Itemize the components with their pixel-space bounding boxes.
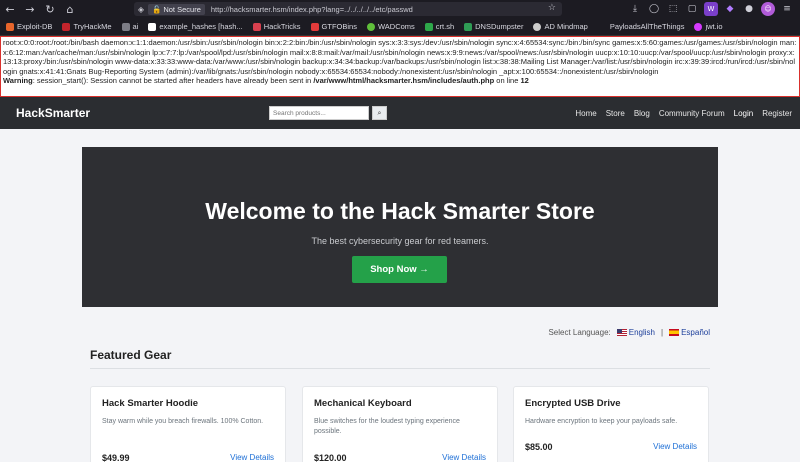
crtsh-icon (424, 22, 433, 31)
product-name: Mechanical Keyboard (314, 398, 412, 409)
hacktricks-icon (252, 22, 261, 31)
browser-toolbar: ← → ↻ ⌂ ◈ 🔓 Not Secure http://hacksmarter… (0, 0, 800, 18)
product-card: Encrypted USB Drive Hardware encryption … (513, 386, 709, 462)
es-flag-icon (669, 329, 680, 337)
lfi-output: root:x:0:0:root:/root:/bin/bash daemon:x… (0, 36, 800, 97)
product-price: $85.00 (525, 442, 553, 452)
bookmark-tryhackme[interactable]: TryHackMe (62, 22, 112, 31)
site-brand[interactable]: HackSmarter (16, 106, 90, 120)
product-card: Hack Smarter Hoodie Stay warm while you … (90, 386, 286, 462)
search-form: ⌕ (269, 106, 387, 120)
product-description: Hardware encryption to keep your payload… (525, 418, 678, 425)
product-card: Mechanical Keyboard Blue switches for th… (302, 386, 498, 462)
gtfobins-icon (310, 22, 319, 31)
view-details-link[interactable]: View Details (230, 453, 274, 462)
site-navbar: HackSmarter ⌕ Home Store Blog Community … (0, 97, 800, 129)
bookmark-wadcoms[interactable]: WADComs (366, 22, 415, 31)
shield-icon[interactable]: ◈ (134, 5, 148, 14)
screenshot-icon[interactable]: ▢ (685, 2, 699, 16)
toolbar-extensions: ⤓ ◯ ⬚ ▢ W ◆ ● ☺ ≡ (628, 0, 800, 18)
not-secure-badge[interactable]: 🔓 Not Secure (148, 3, 205, 15)
nav-links: Home Store Blog Community Forum Login Re… (575, 97, 792, 129)
bookmark-star-icon[interactable]: ☆ (548, 3, 556, 13)
exploit-db-icon (6, 22, 14, 31)
nav-store[interactable]: Store (606, 109, 625, 118)
product-price: $49.99 (102, 453, 130, 462)
nav-register[interactable]: Register (762, 109, 792, 118)
product-name: Encrypted USB Drive (525, 398, 621, 409)
warning-label: Warning (3, 76, 33, 86)
view-details-link[interactable]: View Details (653, 442, 697, 451)
account-icon[interactable]: ◯ (647, 2, 661, 16)
bookmark-dnsdumpster[interactable]: DNSDumpster (464, 22, 523, 31)
product-description: Stay warm while you breach firewalls. 10… (102, 418, 264, 425)
language-spanish-link[interactable]: Español (669, 328, 710, 337)
bookmark-ai[interactable]: ai (121, 22, 138, 31)
hashcat-icon (148, 22, 157, 31)
extensions-icon[interactable]: ⬚ (666, 2, 680, 16)
wappalyzer-extension-icon[interactable]: ◆ (723, 2, 737, 16)
nav-home[interactable]: Home (575, 109, 596, 118)
bookmark-hacktricks[interactable]: HackTricks (252, 22, 301, 31)
folder-icon (121, 22, 130, 31)
dnsdumpster-icon (464, 22, 473, 31)
product-description: Blue switches for the loudest typing exp… (314, 418, 460, 435)
address-bar[interactable]: ◈ 🔓 Not Secure http://hacksmarter.hsm/ind… (134, 2, 562, 16)
nav-login[interactable]: Login (734, 109, 754, 118)
product-name: Hack Smarter Hoodie (102, 398, 199, 409)
search-button[interactable]: ⌕ (372, 106, 387, 120)
globe-icon (533, 22, 542, 31)
shop-now-button[interactable]: Shop Now → (352, 256, 447, 283)
profile-extension-icon[interactable]: ☺ (761, 2, 775, 16)
bookmark-ad-mindmap[interactable]: AD Mindmap (533, 22, 588, 31)
nav-blog[interactable]: Blog (634, 109, 650, 118)
github-icon[interactable]: ● (742, 2, 756, 16)
back-icon[interactable]: ← (0, 0, 20, 18)
bookmark-crtsh[interactable]: crt.sh (424, 22, 454, 31)
bookmark-exploit-db[interactable]: Exploit-DB (6, 22, 52, 31)
passwd-dump: root:x:0:0:root:/root:/bin/bash daemon:x… (3, 38, 797, 76)
foxyproxy-extension-icon[interactable]: W (704, 2, 718, 16)
download-icon[interactable]: ⤓ (628, 2, 642, 16)
bookmark-payloadsallthethings[interactable]: PayloadsAllTheThings (610, 22, 685, 31)
warning-line-label: on line (494, 76, 521, 86)
tryhackme-icon (62, 22, 71, 31)
bookmarks-bar: Exploit-DB TryHackMe ai example_hashes [… (0, 18, 800, 36)
jwt-icon (694, 22, 703, 31)
bookmark-jwt[interactable]: jwt.io (694, 22, 723, 31)
hero-subtitle: The best cybersecurity gear for red team… (311, 236, 489, 246)
hero-title: Welcome to the Hack Smarter Store (205, 198, 595, 224)
url-text[interactable]: http://hacksmarter.hsm/index.php?lang=..… (211, 5, 413, 14)
lock-warning-icon: 🔓 (152, 4, 162, 14)
language-label: Select Language: (548, 328, 611, 337)
nav-community-forum[interactable]: Community Forum (659, 109, 725, 118)
us-flag-icon (616, 329, 627, 337)
php-warning: Warning: session_start(): Session cannot… (3, 76, 797, 86)
menu-icon[interactable]: ≡ (780, 2, 794, 16)
language-separator: | (661, 328, 664, 337)
language-english-link[interactable]: English (616, 328, 655, 337)
featured-divider (90, 368, 710, 369)
forward-icon[interactable]: → (20, 0, 40, 18)
bookmark-example-hashes[interactable]: example_hashes [hash... (148, 22, 243, 31)
product-price: $120.00 (314, 453, 347, 462)
home-icon[interactable]: ⌂ (60, 0, 80, 18)
featured-heading: Featured Gear (90, 348, 172, 362)
warning-text: : session_start(): Session cannot be sta… (32, 76, 314, 86)
bookmark-gtfobins[interactable]: GTFOBins (310, 22, 357, 31)
warning-line: 12 (520, 76, 529, 86)
search-icon: ⌕ (377, 108, 382, 117)
hero-banner: Welcome to the Hack Smarter Store The be… (82, 147, 718, 307)
reload-icon[interactable]: ↻ (40, 0, 60, 18)
language-switcher: Select Language: English | Español (548, 328, 710, 337)
wadcoms-icon (366, 22, 375, 31)
view-details-link[interactable]: View Details (442, 453, 486, 462)
search-input[interactable] (269, 106, 369, 120)
warning-path: /var/www/html/hacksmarter.hsm/includes/a… (313, 76, 495, 86)
